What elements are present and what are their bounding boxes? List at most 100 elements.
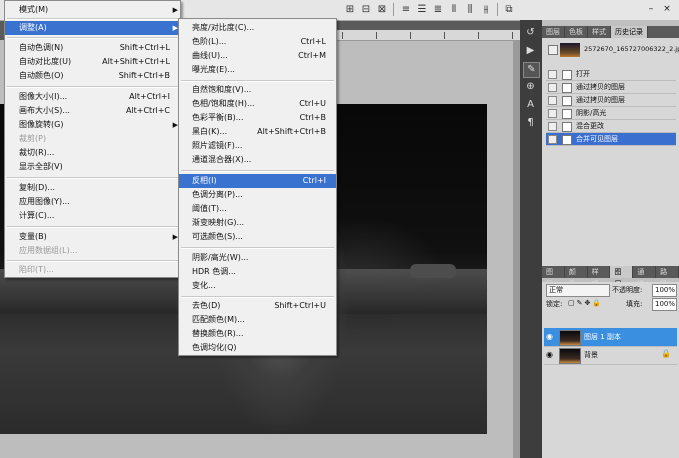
menu-item-threshold[interactable]: 阈值(T)... (179, 202, 336, 216)
menu-item-variables[interactable]: 变量(B) ▶ (5, 230, 180, 244)
menu-item-apply-image[interactable]: 应用图像(Y)... (5, 195, 180, 209)
menu-item-exposure[interactable]: 曝光度(E)... (179, 63, 336, 77)
minimize-icon[interactable]: – (646, 4, 656, 14)
menu-item-shadows-highlights[interactable]: 阴影/高光(W)... (179, 251, 336, 265)
menu-item-adjust[interactable]: 调整(A) ▶ (5, 21, 180, 35)
vertical-scrollbar[interactable] (513, 40, 520, 458)
tab-styles[interactable]: 样式 (588, 26, 611, 38)
history-source-checkbox[interactable] (548, 109, 557, 118)
menu-item-hdr-toning[interactable]: HDR 色调... (179, 265, 336, 279)
align-left-icon[interactable]: ⊞ (344, 3, 356, 16)
lock-icon: 🔒 (661, 349, 671, 358)
ruler-tick (342, 32, 343, 39)
menu-item-vibrance[interactable]: 自然饱和度(V)... (179, 83, 336, 97)
distribute-left-icon[interactable]: ⫴ (448, 3, 460, 16)
menu-item-apply-data-set[interactable]: 应用数据组(L)... (5, 244, 180, 258)
history-step[interactable]: 通过拷贝的图层 (546, 94, 676, 107)
tab-layers-group[interactable]: 图层 (542, 266, 565, 288)
distribute-center-icon[interactable]: ⫼ (464, 3, 476, 16)
eye-icon[interactable]: ◉ (546, 332, 555, 341)
menu-item-levels[interactable]: 色阶(L)... Ctrl+L (179, 35, 336, 49)
menu-item-crop[interactable]: 裁剪(P) (5, 132, 180, 146)
tab-layers[interactable]: 图层 (542, 26, 565, 38)
character-panel-icon[interactable]: A (523, 98, 538, 112)
align-right-icon[interactable]: ⊠ (376, 3, 388, 16)
menu-item-mode[interactable]: 模式(M) ▶ (5, 3, 180, 17)
layer-thumbnail (559, 330, 581, 346)
menu-item-brightness-contrast[interactable]: 亮度/对比度(C)... (179, 21, 336, 35)
history-source-checkbox[interactable] (548, 70, 557, 79)
menu-item-hue-saturation[interactable]: 色相/饱和度(H)... Ctrl+U (179, 97, 336, 111)
menu-item-variations[interactable]: 变化... (179, 279, 336, 293)
history-panel-icon[interactable]: ↺ (523, 26, 538, 40)
actions-panel-icon[interactable]: ▶ (523, 44, 538, 58)
ruler-tick (410, 32, 411, 39)
tab-channels[interactable]: 通道 (633, 266, 657, 288)
menu-item-curves[interactable]: 曲线(U)... Ctrl+M (179, 49, 336, 63)
tab-styles-2[interactable]: 样式 (588, 266, 611, 288)
menu-item-invert[interactable]: 反相(I) Ctrl+I (179, 174, 336, 188)
history-step[interactable]: 打开 (546, 68, 676, 81)
distribute-top-icon[interactable]: ≡ (400, 3, 412, 16)
distribute-middle-icon[interactable]: ☰ (416, 3, 428, 16)
menu-item-auto-tone[interactable]: 自动色调(N) Shift+Ctrl+L (5, 41, 180, 55)
menu-item-photo-filter[interactable]: 照片滤镜(F)... (179, 139, 336, 153)
merge-step-icon (562, 135, 572, 145)
layer-row[interactable]: ◉ 图层 1 副本 (544, 328, 677, 347)
ruler-tick (376, 32, 377, 39)
history-snapshot[interactable]: 2572670_165727006322_2.jpg (546, 42, 679, 58)
history-source-checkbox[interactable] (548, 96, 557, 105)
menu-item-trim[interactable]: 裁切(R)... (5, 146, 180, 160)
brush-panel-icon[interactable]: ✎ (523, 62, 540, 78)
auto-align-icon[interactable]: ⧉ (503, 3, 515, 16)
distribute-bottom-icon[interactable]: ≣ (432, 3, 444, 16)
menu-item-trap[interactable]: 陷印(T)... (5, 263, 180, 277)
history-source-checkbox[interactable] (548, 135, 557, 144)
menu-item-replace-color[interactable]: 替换颜色(R)... (179, 327, 336, 341)
menu-item-channel-mixer[interactable]: 通道混合器(X)... (179, 153, 336, 167)
menu-item-color-balance[interactable]: 色彩平衡(B)... Ctrl+B (179, 111, 336, 125)
layer-row[interactable]: ◉ 背景 🔒 (544, 346, 677, 365)
tab-paths[interactable]: 路径 (656, 266, 679, 288)
menu-item-match-color[interactable]: 匹配颜色(M)... (179, 313, 336, 327)
lock-options-icon[interactable]: ▢✎✥🔒 (568, 299, 603, 307)
menu-item-image-rotation[interactable]: 图像旋转(G) ▶ (5, 118, 180, 132)
menu-item-black-white[interactable]: 黑白(K)... Alt+Shift+Ctrl+B (179, 125, 336, 139)
eye-icon[interactable]: ◉ (546, 350, 555, 359)
history-source-checkbox[interactable] (548, 122, 557, 131)
ruler-tick (478, 32, 479, 39)
menu-item-equalize[interactable]: 色调均化(Q) (179, 341, 336, 355)
menu-item-image-size[interactable]: 图像大小(I)... Alt+Ctrl+I (5, 90, 180, 104)
paragraph-panel-icon[interactable]: ¶ (523, 116, 538, 130)
tab-color[interactable]: 颜色 (565, 266, 588, 288)
menu-item-calculations[interactable]: 计算(C)... (5, 209, 180, 223)
menu-item-gradient-map[interactable]: 渐变映射(G)... (179, 216, 336, 230)
history-source-checkbox[interactable] (548, 83, 557, 92)
tab-swatches[interactable]: 色板 (565, 26, 588, 38)
snapshot-source-checkbox[interactable] (548, 45, 558, 55)
close-icon[interactable]: × (662, 4, 672, 14)
lock-label: 锁定: (546, 300, 563, 308)
opacity-input[interactable]: 100% (652, 284, 677, 297)
menu-item-reveal-all[interactable]: 显示全部(V) (5, 160, 180, 174)
menu-item-selective-color[interactable]: 可选颜色(S)... (179, 230, 336, 244)
menu-item-canvas-size[interactable]: 画布大小(S)... Alt+Ctrl+C (5, 104, 180, 118)
distribute-right-icon[interactable]: ⫵ (480, 3, 492, 16)
clone-source-icon[interactable]: ⊕ (523, 80, 538, 94)
menu-item-posterize[interactable]: 色调分离(P)... (179, 188, 336, 202)
align-center-icon[interactable]: ⊟ (360, 3, 372, 16)
menu-item-duplicate[interactable]: 复制(D)... (5, 181, 180, 195)
history-step[interactable]: 混合更改 (546, 120, 676, 133)
menu-item-label: 色相/饱和度(H)... (192, 99, 255, 108)
tab-layers-active[interactable]: 图层 (610, 266, 634, 288)
blend-mode-select[interactable]: 正常 (546, 284, 610, 297)
tab-history[interactable]: 历史记录 (611, 26, 648, 38)
menu-item-desaturate[interactable]: 去色(D) Shift+Ctrl+U (179, 299, 336, 313)
history-step[interactable]: 阴影/高光 (546, 107, 676, 120)
fill-input[interactable]: 100% (652, 298, 677, 311)
menu-item-auto-color[interactable]: 自动颜色(O) Shift+Ctrl+B (5, 69, 180, 83)
menu-shortcut: Shift+Ctrl+U (274, 301, 326, 310)
history-step-selected[interactable]: 合并可见图层 (546, 133, 676, 146)
history-step[interactable]: 通过拷贝的图层 (546, 81, 676, 94)
menu-item-auto-contrast[interactable]: 自动对比度(U) Alt+Shift+Ctrl+L (5, 55, 180, 69)
